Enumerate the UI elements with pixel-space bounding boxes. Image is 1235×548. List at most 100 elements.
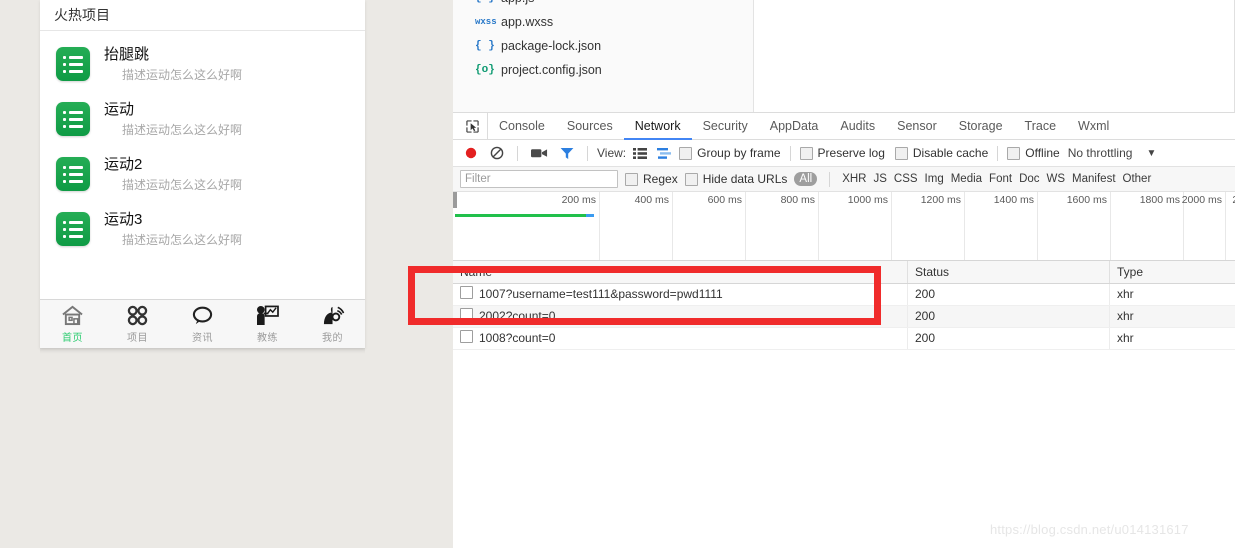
list-item-title: 运动2 xyxy=(104,156,143,173)
list-icon xyxy=(56,102,90,136)
timeline-tick-label: 1200 ms xyxy=(920,194,961,206)
filter-funnel-button[interactable] xyxy=(556,147,578,160)
filter-type-doc[interactable]: Doc xyxy=(1019,173,1039,185)
grid-icon xyxy=(105,304,170,326)
checkbox-box xyxy=(894,146,908,160)
table-header-row: Name Status Type Initiator xyxy=(453,260,1235,284)
filter-type-img[interactable]: Img xyxy=(925,173,944,185)
tab-sources[interactable]: Sources xyxy=(556,113,624,140)
regex-checkbox[interactable]: Regex xyxy=(625,172,678,186)
request-name-cell[interactable]: 2002?count=0 xyxy=(453,306,908,327)
toolbar-divider xyxy=(789,145,791,161)
filter-input[interactable] xyxy=(460,170,618,188)
home-icon xyxy=(40,304,105,326)
filter-type-xhr[interactable]: XHR xyxy=(842,173,866,185)
waterfall-view-icon[interactable] xyxy=(654,147,675,159)
timeline-tick-label: 2000 ms xyxy=(1181,194,1222,206)
column-header-type[interactable]: Type xyxy=(1110,261,1235,283)
filter-type-other[interactable]: Other xyxy=(1123,173,1152,185)
file-name: app.wxss xyxy=(501,15,554,29)
request-name-cell[interactable]: 1008?count=0 xyxy=(453,328,908,349)
checkbox-box xyxy=(679,146,693,160)
tab-label: 首页 xyxy=(62,333,83,344)
tab-sensor[interactable]: Sensor xyxy=(886,113,948,140)
tab-console[interactable]: Console xyxy=(488,113,556,140)
record-button[interactable] xyxy=(460,146,482,160)
list-item[interactable]: 抬腿跳 描述运动怎么这么好啊 xyxy=(40,37,365,92)
tab-trace[interactable]: Trace xyxy=(1014,113,1068,140)
checkbox-label: Hide data URLs xyxy=(702,172,788,186)
view-label: View: xyxy=(597,146,627,160)
disable-cache-checkbox[interactable]: Disable cache xyxy=(894,146,988,160)
checkbox-label: Group by frame xyxy=(697,146,781,160)
tab-profile[interactable]: 我的 xyxy=(300,304,365,344)
list-item-desc: 描述运动怎么这么好啊 xyxy=(122,68,243,82)
table-row[interactable]: 1008?count=0 200 xhr appservice xyxy=(453,328,1235,350)
presenter-icon xyxy=(235,304,300,326)
filter-type-ws[interactable]: WS xyxy=(1047,173,1066,185)
list-icon xyxy=(56,212,90,246)
list-item[interactable]: 运动 描述运动怎么这么好啊 xyxy=(40,92,365,147)
tab-appdata[interactable]: AppData xyxy=(759,113,830,140)
preserve-log-checkbox[interactable]: Preserve log xyxy=(799,146,885,160)
file-name: app.js xyxy=(501,0,534,5)
filter-type-media[interactable]: Media xyxy=(951,173,982,185)
table-row[interactable]: 1007?username=test111&password=pwd1111 2… xyxy=(453,284,1235,306)
toolbar-divider xyxy=(997,145,999,161)
network-filterbar: Regex Hide data URLs All XHR JS CSS Img … xyxy=(453,167,1235,192)
network-toolbar: View: Group by frame Preserve log Disabl… xyxy=(453,140,1235,167)
filter-type-all[interactable]: All xyxy=(794,172,818,186)
row-checkbox[interactable] xyxy=(460,330,473,343)
row-checkbox[interactable] xyxy=(460,308,473,321)
request-type: xhr xyxy=(1110,284,1235,305)
chevron-down-icon[interactable]: ▼ xyxy=(1146,148,1156,159)
tab-audits[interactable]: Audits xyxy=(829,113,886,140)
tab-label: 教练 xyxy=(257,333,278,344)
tab-coach[interactable]: 教练 xyxy=(235,304,300,344)
devtools-panel: { } app.js wxss app.wxss { } package-loc… xyxy=(453,0,1235,548)
list-item-title: 运动3 xyxy=(104,211,143,228)
timeline-request-bar xyxy=(455,214,588,217)
json-file-icon: { } xyxy=(475,40,495,52)
request-type: xhr xyxy=(1110,306,1235,327)
camera-button[interactable] xyxy=(527,147,552,159)
tab-wxml[interactable]: Wxml xyxy=(1067,113,1120,140)
timeline-tick-label: 1800 ms xyxy=(1139,194,1180,206)
request-status: 200 xyxy=(908,284,1110,305)
list-item[interactable]: 运动2 描述运动怎么这么好啊 xyxy=(40,147,365,202)
devtools-tabbar: Console Sources Network Security AppData… xyxy=(453,113,1235,140)
filter-type-font[interactable]: Font xyxy=(989,173,1012,185)
list-view-icon[interactable] xyxy=(630,147,650,159)
tab-home[interactable]: 首页 xyxy=(40,304,105,344)
checkbox-label: Preserve log xyxy=(817,146,885,160)
tab-news[interactable]: 资讯 xyxy=(170,304,235,344)
request-name-cell[interactable]: 1007?username=test111&password=pwd1111 xyxy=(453,284,908,305)
list-item-desc: 描述运动怎么这么好啊 xyxy=(122,233,243,247)
checkbox-box xyxy=(625,172,638,186)
tab-network[interactable]: Network xyxy=(623,113,692,140)
list-icon xyxy=(56,157,90,191)
column-header-status[interactable]: Status xyxy=(908,261,1110,283)
offline-checkbox[interactable]: Offline xyxy=(1007,146,1060,160)
list-item-title: 运动 xyxy=(104,101,135,118)
filterbar-divider xyxy=(829,171,831,187)
filter-type-manifest[interactable]: Manifest xyxy=(1072,173,1115,185)
hide-data-urls-checkbox[interactable]: Hide data URLs xyxy=(684,172,788,186)
filter-type-js[interactable]: JS xyxy=(873,173,886,185)
clear-button[interactable] xyxy=(486,146,508,160)
list-item[interactable]: 运动3 描述运动怎么这么好啊 xyxy=(40,202,365,257)
page-title: 火热项目 xyxy=(40,0,365,31)
request-type: xhr xyxy=(1110,328,1235,349)
table-row[interactable]: 2002?count=0 200 xhr appservice xyxy=(453,306,1235,328)
row-checkbox[interactable] xyxy=(460,286,473,299)
file-name: project.config.json xyxy=(501,63,602,77)
throttling-value[interactable]: No throttling xyxy=(1068,146,1133,160)
tab-storage[interactable]: Storage xyxy=(948,113,1014,140)
group-by-frame-checkbox[interactable]: Group by frame xyxy=(679,146,781,160)
filter-type-css[interactable]: CSS xyxy=(894,173,918,185)
inspect-element-icon[interactable] xyxy=(457,113,488,139)
column-header-name[interactable]: Name xyxy=(453,261,908,283)
tab-projects[interactable]: 项目 xyxy=(105,304,170,344)
tab-security[interactable]: Security xyxy=(692,113,759,140)
network-overview-timeline[interactable]: 200 ms 400 ms 600 ms 800 ms 1000 ms 1200… xyxy=(453,192,1235,261)
